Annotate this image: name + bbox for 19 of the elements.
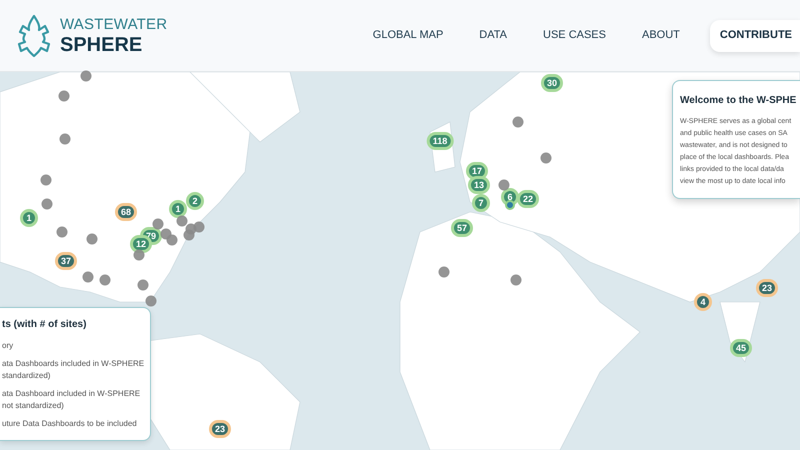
nav-link[interactable]: USE CASES (537, 27, 612, 44)
nav-link[interactable]: ABOUT (636, 27, 686, 44)
legend-item-label: uture Data Dashboards to be included (2, 418, 138, 430)
legend-item-label: ata Dashboards included in W-SPHERE standardized) (2, 358, 146, 382)
site-count-marker[interactable]: 118 (426, 132, 454, 150)
nav-link[interactable]: GLOBAL MAP (366, 27, 450, 44)
site-marker[interactable] (146, 296, 156, 306)
contribute-button[interactable]: CONTRIBUTE (710, 20, 800, 52)
site-count-marker[interactable]: 45 (730, 339, 752, 357)
site-count-marker[interactable]: 4 (694, 293, 712, 311)
logo-wordmark-top: WASTEWATER (60, 16, 168, 32)
logo-wordmark-bottom: SPHERE (60, 34, 144, 54)
site-count-marker[interactable]: 23 (756, 279, 778, 297)
welcome-title: Welcome to the W-SPHE (680, 94, 798, 108)
nav-link[interactable]: DATA (473, 27, 514, 44)
site-marker[interactable] (194, 222, 204, 232)
legend-item-label: ory (2, 340, 14, 352)
legend-item-label: ata Dashboard included in W-SPHERE not standardized) (2, 388, 142, 412)
legend-title: ts (with # of sites) (2, 318, 88, 332)
